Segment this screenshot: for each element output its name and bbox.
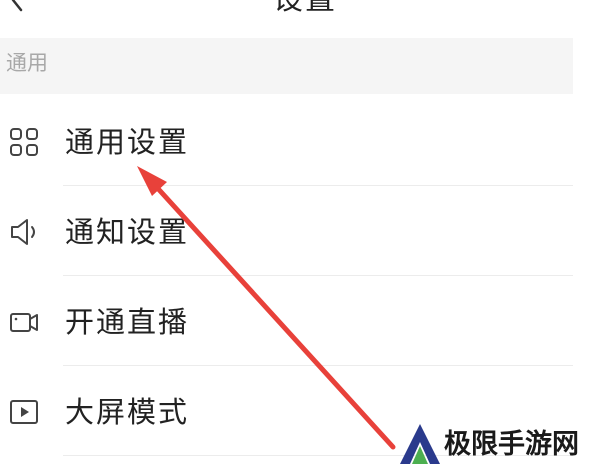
menu-item-label: 通知设置 <box>65 215 190 249</box>
play-screen-icon <box>10 400 38 424</box>
menu-item-start-live[interactable]: 开通直播 <box>0 276 573 366</box>
menu-item-label: 大屏模式 <box>65 395 190 429</box>
video-camera-icon <box>10 313 38 332</box>
section-header: 通用 <box>0 38 573 94</box>
section-label: 通用 <box>6 51 48 75</box>
grid-icon <box>10 128 38 156</box>
page-title: 设置 <box>260 0 350 20</box>
watermark-text: 极限手游网 <box>444 429 579 460</box>
menu-item-general-settings[interactable]: 通用设置 <box>0 96 573 186</box>
watermark: 极限手游网 <box>398 418 589 471</box>
menu-item-label: 开通直播 <box>65 305 190 339</box>
header-bar: 设置 <box>0 0 589 40</box>
speaker-icon <box>11 219 35 245</box>
chevron-left-icon[interactable] <box>6 0 28 14</box>
menu-item-label: 通用设置 <box>65 125 190 159</box>
watermark-logo-icon <box>400 424 440 464</box>
right-edge <box>573 38 589 471</box>
menu-item-notification-settings[interactable]: 通知设置 <box>0 186 573 276</box>
